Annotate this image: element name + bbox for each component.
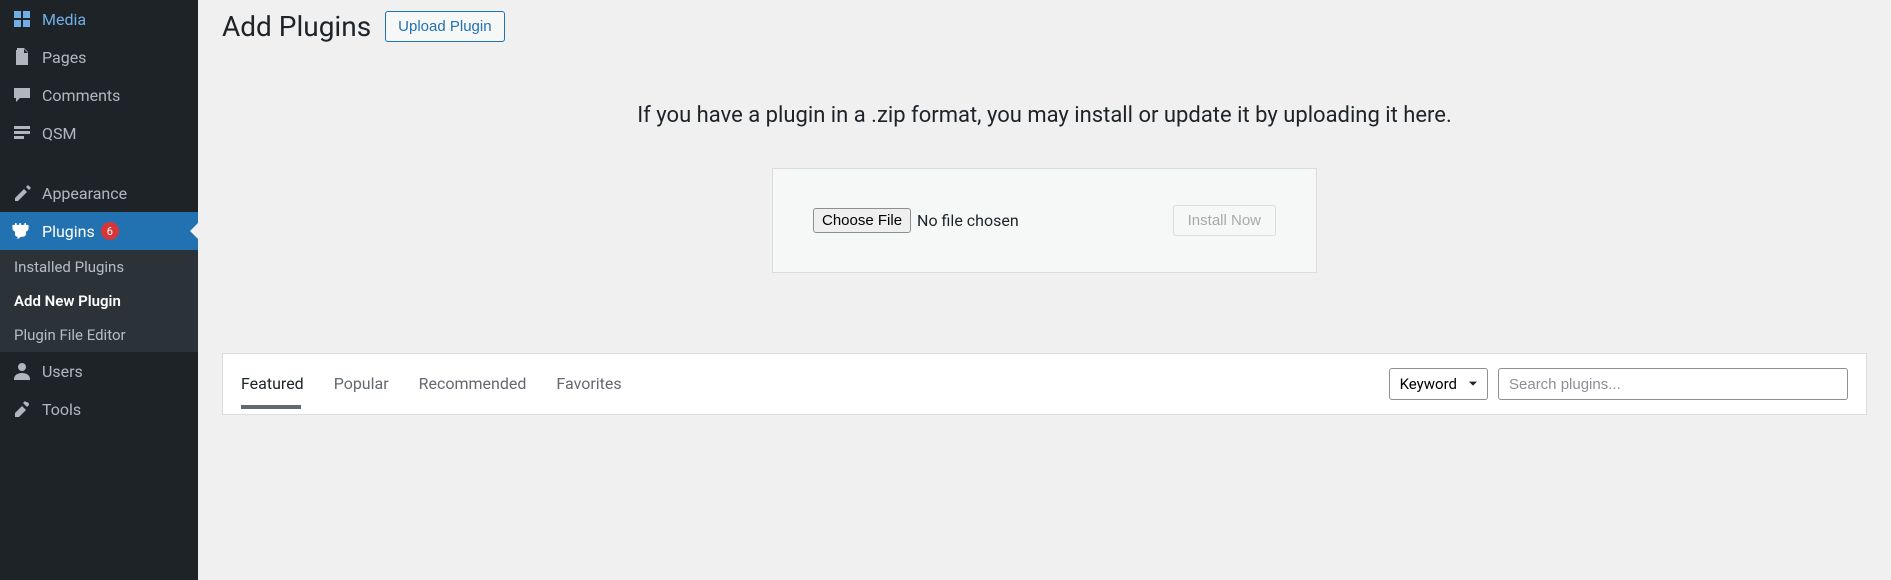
sidebar-item-plugins[interactable]: Plugins 6 (0, 212, 198, 250)
file-status-text: No file chosen (917, 211, 1019, 230)
media-icon (12, 9, 32, 29)
sidebar-label: QSM (42, 124, 76, 143)
users-icon (12, 361, 32, 381)
sidebar-item-comments[interactable]: Comments (0, 76, 198, 114)
sidebar-item-appearance[interactable]: Appearance (0, 174, 198, 212)
sidebar-label: Appearance (42, 184, 127, 203)
tab-popular[interactable]: Popular (334, 374, 389, 409)
tab-featured[interactable]: Featured (241, 374, 304, 409)
sidebar-separator (0, 152, 198, 174)
sidebar-label: Tools (42, 400, 81, 419)
comments-icon (12, 85, 32, 105)
sidebar-item-pages[interactable]: Pages (0, 38, 198, 76)
submenu-plugin-file-editor[interactable]: Plugin File Editor (0, 318, 198, 352)
sidebar-label: Plugins (42, 222, 95, 241)
sidebar-item-media[interactable]: Media (0, 0, 198, 38)
upload-box: Choose File No file chosen Install Now (772, 168, 1317, 273)
tab-recommended[interactable]: Recommended (419, 374, 527, 409)
sidebar-item-qsm[interactable]: QSM (0, 114, 198, 152)
plugins-icon (12, 221, 32, 241)
upload-plugin-button[interactable]: Upload Plugin (385, 11, 504, 42)
qsm-icon (12, 123, 32, 143)
chevron-down-icon (1465, 376, 1481, 392)
submenu-installed-plugins[interactable]: Installed Plugins (0, 250, 198, 284)
filter-tabs: Featured Popular Recommended Favorites (241, 374, 622, 409)
sidebar-label: Comments (42, 86, 120, 105)
sidebar-label: Media (42, 10, 86, 29)
file-input-wrap: Choose File No file chosen (813, 208, 1019, 233)
search-plugins-input[interactable] (1498, 368, 1848, 400)
sidebar-label: Pages (42, 48, 86, 67)
tab-favorites[interactable]: Favorites (556, 374, 621, 409)
pages-icon (12, 47, 32, 67)
admin-sidebar: Media Pages Comments QSM Appearance Plug… (0, 0, 198, 580)
submenu-add-new-plugin[interactable]: Add New Plugin (0, 284, 198, 318)
select-label: Keyword (1400, 375, 1457, 393)
main-content: Add Plugins Upload Plugin If you have a … (198, 0, 1891, 580)
tools-icon (12, 399, 32, 419)
page-header: Add Plugins Upload Plugin (222, 0, 1867, 43)
install-now-button[interactable]: Install Now (1173, 205, 1276, 236)
page-title: Add Plugins (222, 10, 371, 43)
filter-right-controls: Keyword (1389, 368, 1848, 414)
sidebar-item-users[interactable]: Users (0, 352, 198, 390)
search-type-select[interactable]: Keyword (1389, 368, 1488, 400)
filter-bar: Featured Popular Recommended Favorites K… (222, 353, 1867, 415)
plugins-submenu: Installed Plugins Add New Plugin Plugin … (0, 250, 198, 352)
sidebar-item-tools[interactable]: Tools (0, 390, 198, 428)
appearance-icon (12, 183, 32, 203)
sidebar-label: Users (42, 362, 83, 381)
choose-file-button[interactable]: Choose File (813, 208, 911, 233)
plugins-update-badge: 6 (101, 222, 119, 240)
upload-description: If you have a plugin in a .zip format, y… (222, 103, 1867, 128)
